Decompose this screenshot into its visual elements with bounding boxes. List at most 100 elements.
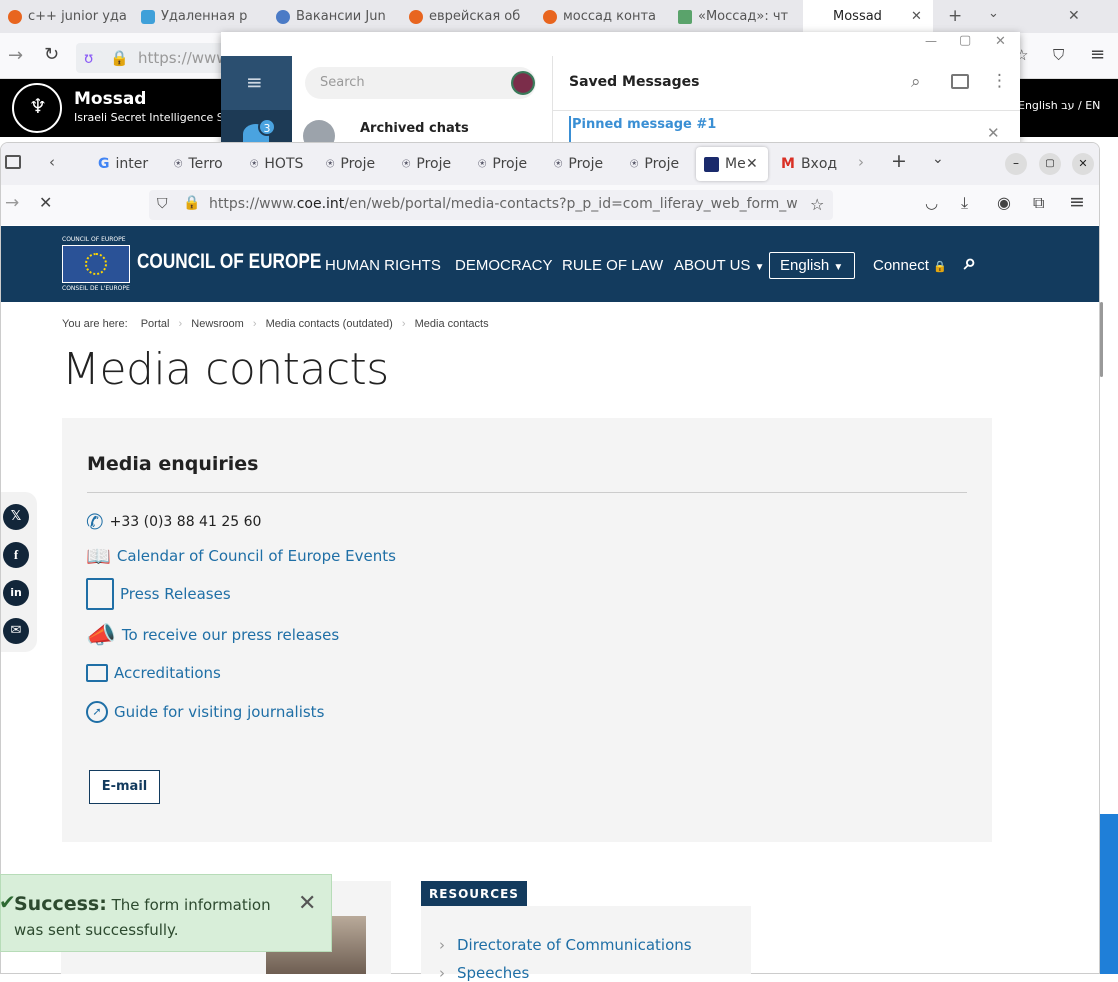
language-select[interactable]: English ▼ (769, 252, 855, 279)
front-tab[interactable]: ⍟ Terro (174, 151, 236, 177)
link-receive-press-releases[interactable]: 📣 To receive our press releases (86, 621, 339, 649)
close-icon[interactable]: ✕ (995, 34, 1006, 49)
email-icon[interactable]: ✉ (3, 618, 29, 644)
chevron-left-icon[interactable]: ‹ (49, 153, 55, 171)
x-icon[interactable]: 𝕏 (3, 504, 29, 530)
forward-icon[interactable]: → (8, 45, 23, 66)
front-url-bar[interactable]: ⛉ 🔒 https://www.coe.int/en/web/portal/me… (149, 190, 833, 220)
close-icon[interactable]: ✕ (987, 124, 1000, 142)
front-tab-active[interactable]: Me ✕ (696, 147, 768, 181)
front-tab[interactable]: M Вход (781, 151, 843, 177)
scroll-thumb[interactable] (1100, 302, 1103, 377)
breadcrumb-link[interactable]: Newsroom (191, 318, 244, 330)
resource-link[interactable]: › Speeches (439, 964, 529, 982)
divider (552, 110, 1020, 111)
new-tab-icon[interactable]: + (891, 150, 907, 172)
back-tab[interactable]: моссад конта (543, 0, 658, 33)
back-tab[interactable]: еврейская об (409, 0, 524, 33)
back-tab[interactable]: c++ junior уда (8, 0, 128, 33)
sidebar-toggle-icon[interactable] (951, 74, 969, 89)
link-press-releases[interactable]: Press Releases (86, 578, 231, 610)
success-title: Success: (14, 893, 107, 915)
close-icon[interactable]: ✕ (746, 156, 758, 172)
back-url-bar[interactable]: ʊ 🔒 https://www. (76, 43, 232, 73)
front-tab[interactable]: ⍟ HOTS (250, 151, 312, 177)
unread-badge: 3 (258, 118, 276, 136)
front-tab[interactable]: ⍟ Proje (478, 151, 540, 177)
bookmark-star-icon[interactable]: ☆ (810, 195, 825, 214)
more-icon[interactable]: ⋮ (991, 71, 1008, 91)
close-icon[interactable]: ✕ (911, 9, 922, 24)
search-icon[interactable]: ⌕ (911, 72, 921, 92)
pinned-message-label[interactable]: Pinned message #1 (572, 117, 716, 132)
linkedin-icon[interactable]: in (3, 580, 29, 606)
site-favicon-icon (141, 9, 155, 24)
avatar[interactable] (511, 71, 535, 95)
breadcrumb-link[interactable]: Portal (141, 318, 170, 330)
phone-icon: ✆ (86, 510, 104, 534)
menu-icon[interactable]: ≡ (1090, 44, 1105, 65)
language-switcher[interactable]: English עב / EN (1018, 99, 1100, 112)
connect-link[interactable]: Connect 🔒 (873, 257, 947, 274)
resource-link[interactable]: › Directorate of Communications (439, 936, 692, 954)
forward-icon[interactable]: → (5, 193, 19, 213)
shield-icon[interactable]: ⛉ (1053, 46, 1064, 64)
back-tab[interactable]: «Моссад»: чт (678, 0, 790, 33)
interpol-icon: ⍟ (554, 156, 563, 172)
archived-chats-label[interactable]: Archived chats (360, 121, 469, 136)
shield-icon: ⛉ (157, 196, 168, 212)
maximize-icon[interactable]: ▢ (1039, 153, 1061, 175)
brand-name[interactable]: COUNCIL OF EUROPE (137, 250, 321, 274)
chevron-down-icon[interactable]: ⌄ (932, 151, 944, 167)
menu-button[interactable]: ≡ (221, 56, 292, 110)
new-tab-icon[interactable]: + (948, 6, 962, 26)
coe-logo[interactable]: COUNCIL OF EUROPE CONSEIL DE L'EUROPE (62, 236, 130, 292)
front-tab[interactable]: ⍟ Proje (554, 151, 616, 177)
lock-icon: 🔒 (183, 195, 201, 211)
minimize-icon[interactable]: — (925, 34, 937, 48)
account-icon[interactable]: ◉ (997, 193, 1011, 212)
background-window-edge (1100, 814, 1118, 974)
pocket-icon[interactable]: ◡ (925, 194, 938, 212)
nav-about-us[interactable]: ABOUT US ▼ (674, 257, 764, 274)
tab-overview-icon[interactable] (5, 155, 21, 169)
facebook-icon[interactable]: f (3, 542, 29, 568)
nav-human-rights[interactable]: HUMAN RIGHTS (325, 257, 441, 274)
extensions-icon[interactable]: ⧉ (1033, 193, 1044, 213)
link-guide-journalists[interactable]: ➚ Guide for visiting journalists (86, 701, 324, 723)
link-calendar[interactable]: 📖 Calendar of Council of Europe Events (86, 544, 396, 568)
site-favicon-icon (276, 9, 290, 24)
chevron-right-icon[interactable]: › (858, 153, 864, 171)
resources-box: › Directorate of Communications › Speeches (421, 906, 751, 982)
front-tab[interactable]: ⍟ Proje (630, 151, 692, 177)
menu-icon[interactable]: ≡ (1069, 191, 1085, 213)
front-tab[interactable]: ⍟ Proje (402, 151, 464, 177)
browser-favicon-icon (543, 9, 557, 24)
back-tab-active[interactable]: Mossad ✕ (803, 0, 933, 33)
minimize-icon[interactable]: – (1005, 153, 1027, 175)
close-icon[interactable]: ✕ (298, 891, 316, 916)
front-tab[interactable]: Ginter (98, 151, 160, 177)
email-button[interactable]: E-mail (89, 770, 160, 804)
chevron-down-icon[interactable]: ⌄ (988, 6, 999, 21)
scrollbar[interactable] (1100, 142, 1118, 974)
close-icon[interactable]: ✕ (1072, 153, 1094, 175)
stop-icon[interactable]: ✕ (39, 193, 52, 212)
back-tab[interactable]: Удаленная р (141, 0, 261, 33)
maximize-icon[interactable]: ▢ (959, 33, 971, 48)
back-tab[interactable]: Вакансии Jun (276, 0, 396, 33)
id-card-icon (86, 664, 108, 682)
close-icon[interactable]: ✕ (1068, 8, 1080, 24)
telegram-search-input[interactable]: Search (305, 67, 536, 99)
reload-icon[interactable]: ↻ (44, 44, 59, 65)
nav-democracy[interactable]: DEMOCRACY (455, 257, 553, 274)
front-tab[interactable]: ⍟ Proje (326, 151, 388, 177)
search-icon[interactable]: ⌕ (964, 250, 976, 275)
site-favicon-icon (678, 9, 692, 24)
link-accreditations[interactable]: Accreditations (86, 664, 221, 682)
browser-favicon-icon (8, 9, 22, 24)
interpol-icon: ⍟ (478, 156, 487, 172)
download-icon[interactable]: ⤓ (961, 193, 968, 213)
nav-rule-of-law[interactable]: RULE OF LAW (562, 257, 663, 274)
breadcrumb-link[interactable]: Media contacts (outdated) (266, 318, 393, 330)
